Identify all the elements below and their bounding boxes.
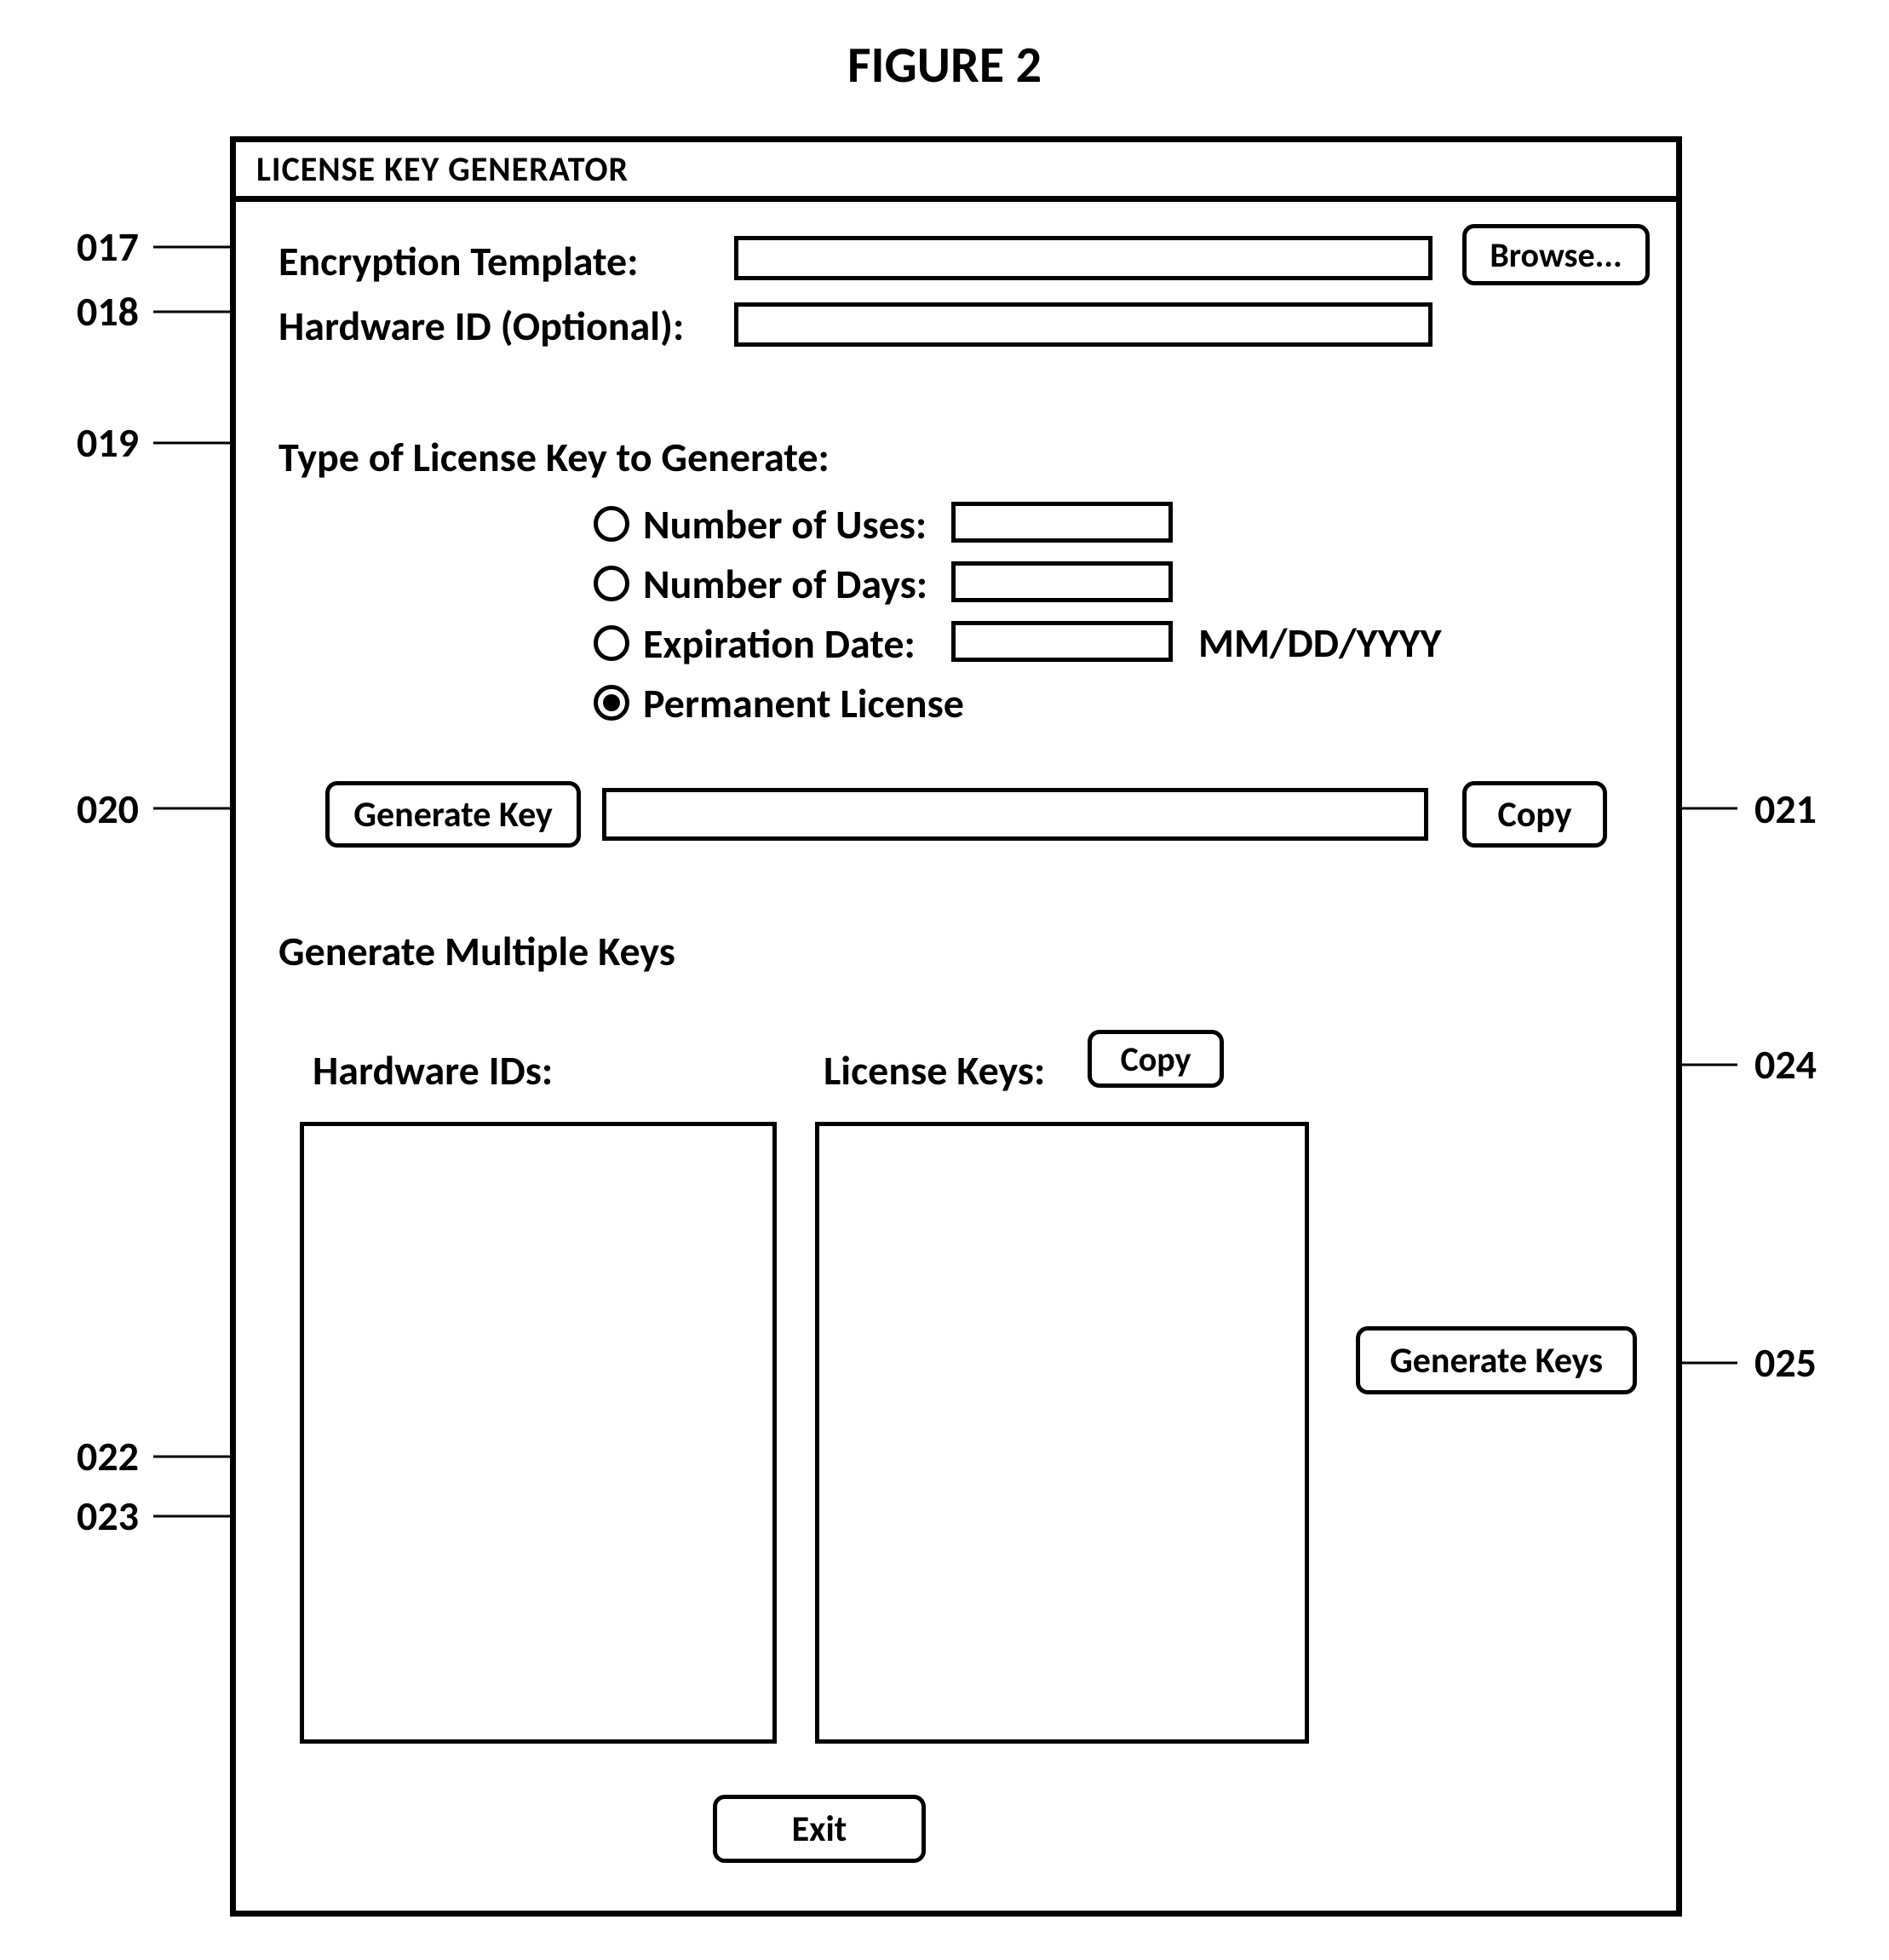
radio-permanent-license-label: Permanent License	[643, 678, 964, 728]
radio-expiration-date-label: Expiration Date:	[643, 618, 916, 669]
expiration-date-hint: MM/DD/YYYY	[1198, 618, 1441, 668]
radio-expiration-date[interactable]	[594, 625, 629, 661]
license-type-heading: Type of License Key to Generate:	[278, 432, 830, 482]
generated-key-output[interactable]	[602, 788, 1428, 841]
window-title: LICENSE KEY GENERATOR	[236, 142, 1676, 202]
generate-multiple-heading: Generate Multiple Keys	[278, 926, 675, 976]
generate-key-button[interactable]: Generate Key	[325, 781, 581, 848]
encryption-template-label: Encryption Template:	[278, 236, 638, 286]
browse-button[interactable]: Browse...	[1462, 224, 1650, 285]
radio-number-of-uses-label: Number of Uses:	[643, 499, 927, 549]
copy-key-button[interactable]: Copy	[1462, 781, 1607, 848]
radio-number-of-days[interactable]	[594, 566, 629, 601]
hardware-ids-textarea[interactable]	[300, 1122, 777, 1744]
generate-multiple-keys-button[interactable]: Generate Keys	[1356, 1326, 1637, 1394]
copy-multiple-keys-button[interactable]: Copy	[1088, 1030, 1224, 1088]
radio-number-of-days-label: Number of Days:	[643, 559, 927, 609]
radio-permanent-license[interactable]	[594, 685, 629, 721]
radio-number-of-uses[interactable]	[594, 506, 629, 542]
hardware-id-label: Hardware ID (Optional):	[278, 301, 684, 351]
hardware-id-input[interactable]	[734, 302, 1433, 347]
number-of-uses-input[interactable]	[951, 502, 1173, 543]
app-window: LICENSE KEY GENERATOR Encryption Templat…	[230, 136, 1682, 1917]
license-keys-label: License Keys:	[824, 1045, 1045, 1095]
hardware-ids-label: Hardware IDs:	[313, 1045, 553, 1095]
exit-button[interactable]: Exit	[713, 1795, 926, 1863]
license-keys-textarea[interactable]	[815, 1122, 1309, 1744]
number-of-days-input[interactable]	[951, 561, 1173, 602]
expiration-date-input[interactable]	[951, 621, 1173, 662]
encryption-template-input[interactable]	[734, 236, 1433, 280]
